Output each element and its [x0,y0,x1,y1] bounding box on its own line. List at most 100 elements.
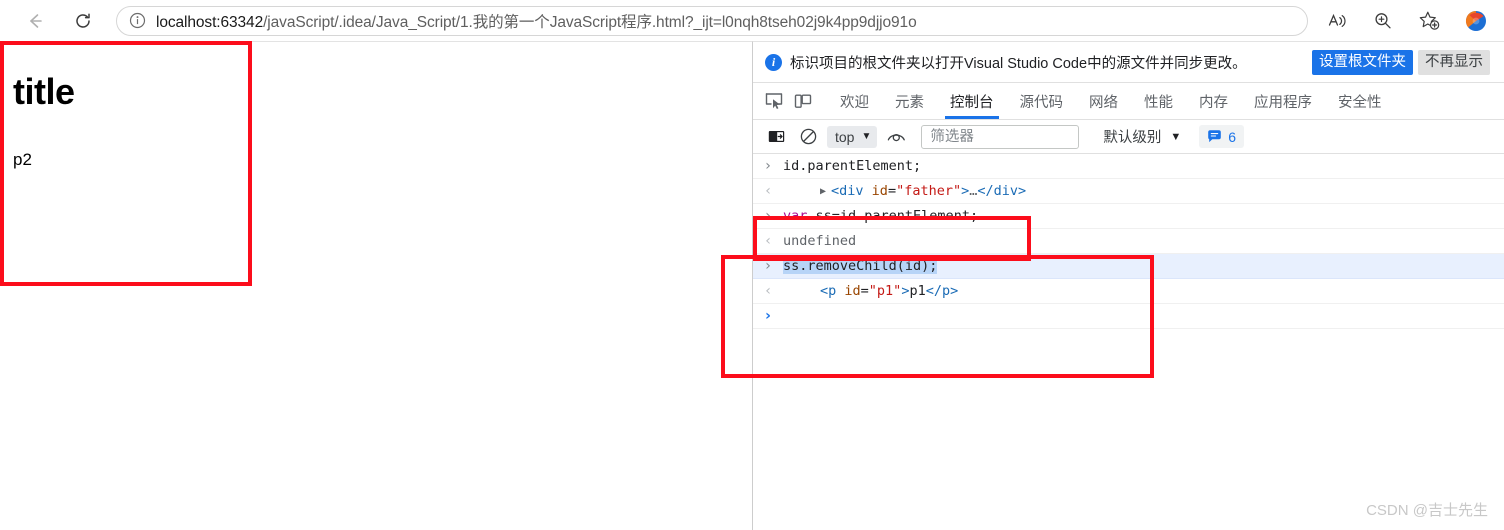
tab-performance[interactable]: 性能 [1131,83,1186,119]
console-sidebar-button[interactable] [763,124,789,150]
console-output-row[interactable]: ‹ ▶ <div id="father">…</div> [753,179,1504,204]
info-icon: i [765,53,782,71]
tag-open: <div [831,183,864,199]
js-expression: ss=id.parentElement; [807,208,979,224]
console-input-row-selected[interactable]: › ss.removeChild(id); [753,254,1504,279]
browser-extension-icon [1465,10,1486,31]
console-sidebar-icon [768,131,784,142]
device-toolbar-icon [794,94,811,108]
tab-label: 性能 [1144,94,1173,111]
page-heading: title [13,71,75,112]
devtools-panel: i 标识项目的根文件夹以打开Visual Studio Code中的源文件并同步… [752,41,1504,530]
console-toolbar: top ▼ 默认级别 ▼ 6 [753,120,1504,154]
message-count: 6 [1228,128,1237,145]
page-paragraph: p2 [13,150,32,169]
tab-label: 安全性 [1338,94,1382,111]
browser-extension-button[interactable] [1458,3,1494,39]
tab-console[interactable]: 控制台 [937,83,1007,119]
console-prompt-row[interactable]: › [753,304,1504,329]
tab-welcome[interactable]: 欢迎 [827,83,882,119]
zoom-button[interactable] [1366,4,1400,38]
attr-value: "father" [896,183,962,199]
tab-label: 应用程序 [1254,94,1312,111]
output-caret-icon: ‹ [765,283,771,299]
attr-eq: = [860,283,869,299]
output-caret-icon: ‹ [765,233,771,249]
attr-eq: = [887,183,897,199]
reload-button[interactable] [66,4,100,38]
tab-label: 源代码 [1019,94,1064,111]
log-level-select[interactable]: 默认级别 ▼ [1099,125,1185,149]
input-caret-icon: › [765,258,771,274]
site-info-icon[interactable] [129,12,146,29]
zoom-icon [1375,12,1391,28]
console-filter-input[interactable] [921,124,1080,149]
url-path: /javaScript/.idea/Java_Script/1.我的第一个Jav… [263,13,917,31]
address-bar[interactable]: localhost:63342/javaScript/.idea/Java_Sc… [116,5,1308,36]
chevron-down-icon: ▼ [1170,130,1182,143]
add-favorite-icon [1419,11,1439,30]
tab-label: 元素 [895,94,924,111]
read-aloud-icon [1328,13,1346,27]
console-output-row[interactable]: ‹ <p id="p1">p1</p> [753,279,1504,304]
console-input-row[interactable]: › var ss=id.parentElement; [753,204,1504,229]
tab-security[interactable]: 安全性 [1325,83,1395,119]
read-aloud-button[interactable] [1320,4,1354,38]
console-input-text: ss.removeChild(id); [783,257,1504,276]
url-host: localhost:63342 [156,13,264,31]
inspect-element-icon [765,93,782,109]
console-input-row[interactable]: › id.parentElement; [753,154,1504,179]
execution-context-value: top [835,128,855,145]
attr-name: id [863,183,888,199]
console-input-text: var ss=id.parentElement; [783,207,1504,226]
input-caret-icon: › [765,158,771,174]
reload-icon [76,12,90,28]
tab-sources[interactable]: 源代码 [1007,83,1077,119]
tab-label: 内存 [1199,94,1228,111]
browser-toolbar: localhost:63342/javaScript/.idea/Java_Sc… [0,0,1504,41]
tab-network[interactable]: 网络 [1076,83,1131,119]
tab-elements[interactable]: 元素 [882,83,937,119]
add-favorite-button[interactable] [1412,4,1446,38]
live-expression-button[interactable] [883,124,909,150]
expand-triangle-icon[interactable]: ▶ [820,182,826,201]
tab-memory[interactable]: 内存 [1186,83,1241,119]
browser-window: localhost:63342/javaScript/.idea/Java_Sc… [0,0,1504,530]
node-text: p1 [909,283,926,299]
browser-tool-icons [1314,4,1452,38]
tab-label: 网络 [1089,94,1118,111]
dont-show-again-button[interactable]: 不再显示 [1418,49,1490,75]
log-level-label: 默认级别 [1103,130,1162,146]
clear-console-icon [800,128,816,145]
back-arrow-icon [30,13,42,28]
set-root-folder-button[interactable]: 设置根文件夹 [1312,49,1413,75]
tab-label: 欢迎 [840,94,869,111]
console-output-element: ▶ <div id="father">…</div> [783,182,1504,201]
console-input-text: id.parentElement; [783,158,922,174]
tag-end: </p> [925,283,959,299]
message-count-badge[interactable]: 6 [1199,125,1245,148]
execution-context-select[interactable]: top ▼ [827,125,878,148]
tab-application[interactable]: 应用程序 [1241,83,1325,119]
attr-value: "p1" [868,283,902,299]
chevron-down-icon: ▼ [861,131,872,142]
inspect-element-button[interactable] [759,87,788,115]
console-output-text: undefined [783,233,857,249]
back-button[interactable] [18,4,52,38]
tab-label: 控制台 [950,94,994,111]
tag-end: </div> [977,183,1027,199]
devtools-notification-bar: i 标识项目的根文件夹以打开Visual Studio Code中的源文件并同步… [753,42,1504,83]
selected-text: ss.removeChild(id); [783,258,938,274]
web-page-viewport: title p2 [0,41,752,530]
console-output-element: <p id="p1">p1</p> [783,282,1504,301]
clear-console-button[interactable] [795,124,821,150]
devtools-tab-strip: 欢迎 元素 控制台 源代码 网络 性能 内存 应用程序 安全性 [753,83,1504,120]
watermark: CSDN @吉士先生 [1366,502,1488,519]
tag-open: <p [820,283,837,299]
console-output-row[interactable]: ‹ undefined [753,229,1504,254]
live-expression-eye-icon [887,133,905,142]
device-toolbar-button[interactable] [788,87,817,115]
console-log-area[interactable]: › id.parentElement; ‹ ▶ <div id="father">… [753,154,1504,329]
url-text: localhost:63342/javaScript/.idea/Java_Sc… [156,10,917,32]
prompt-caret-icon: › [765,308,771,324]
